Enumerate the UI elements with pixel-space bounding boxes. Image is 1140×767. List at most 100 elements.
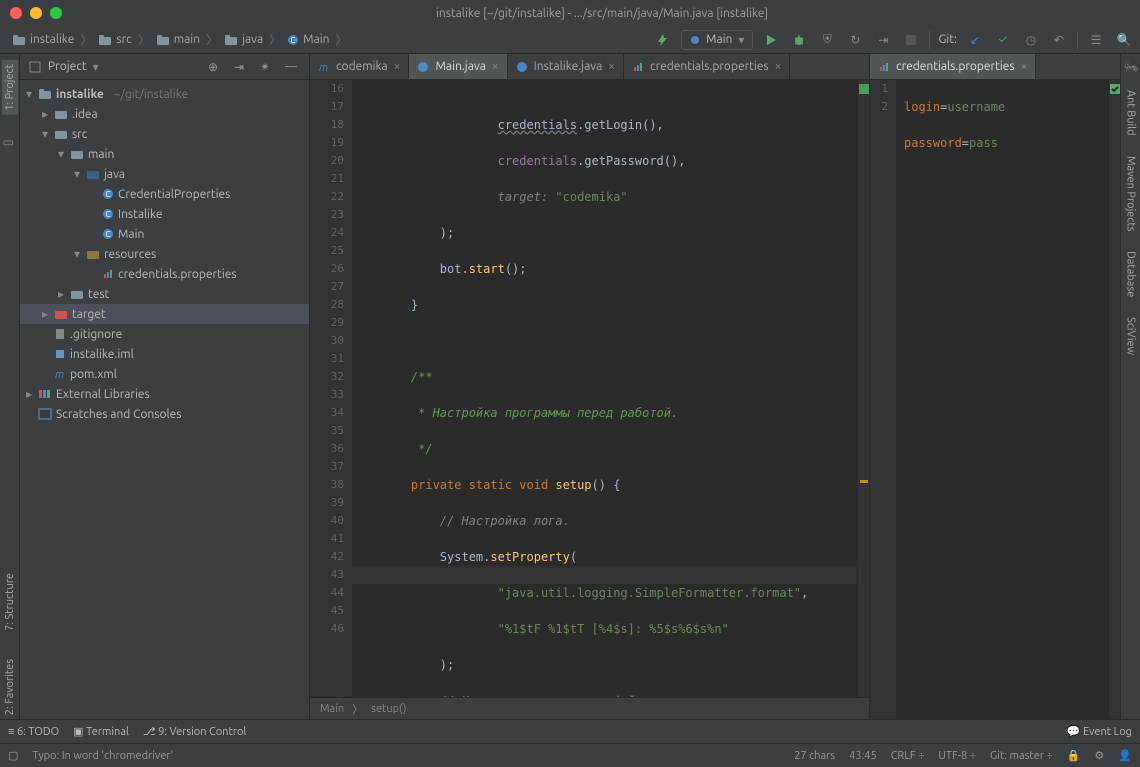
lock-icon[interactable]: 🔒 (1067, 749, 1081, 762)
code-area[interactable]: credentials.getLogin(), credentials.getP… (352, 80, 857, 697)
hide-button[interactable]: — (281, 57, 301, 77)
git-history-button[interactable]: ◷ (1021, 30, 1041, 50)
status-git-branch[interactable]: Git: master ÷ (990, 750, 1053, 762)
tree-idea[interactable]: ▸.idea (20, 104, 309, 124)
run-button[interactable] (761, 30, 781, 50)
editor-split-right: credentials.properties× 12 login=usernam… (870, 54, 1120, 719)
close-icon[interactable]: × (492, 60, 499, 73)
status-bar: ▢ Typo: In word 'chromedriver' 27 chars … (0, 743, 1140, 767)
breadcrumb-main[interactable]: main (150, 33, 206, 47)
svg-text:C: C (291, 36, 296, 45)
tree-pom[interactable]: mpom.xml (20, 364, 309, 384)
warning-marker[interactable] (860, 480, 868, 483)
gear-icon[interactable]: ✴ (255, 57, 275, 77)
git-update-button[interactable]: ↙ (965, 30, 985, 50)
project-tree[interactable]: ▾instalike~/git/instalike ▸.idea ▾src ▾m… (20, 80, 309, 719)
memory-indicator[interactable]: ⚙ (1094, 749, 1104, 762)
close-window-icon[interactable] (10, 7, 22, 19)
chevron-down-icon[interactable]: ▾ (93, 60, 99, 74)
tool-todo[interactable]: ≡ 6: TODO (8, 726, 59, 738)
breadcrumb-src[interactable]: src (92, 33, 137, 47)
breadcrumb-java[interactable]: java (218, 33, 269, 47)
build-button[interactable] (653, 30, 673, 50)
locate-button[interactable]: ⊕ (203, 57, 223, 77)
status-position[interactable]: 43:45 (849, 750, 877, 762)
git-revert-button[interactable]: ↶ (1049, 30, 1069, 50)
run-config-selector[interactable]: Main ▾ (681, 30, 753, 50)
zoom-window-icon[interactable] (50, 7, 62, 19)
tool-project[interactable]: 1: Project (2, 60, 18, 115)
collapse-button[interactable]: ⇥ (229, 57, 249, 77)
stop-button[interactable] (901, 30, 921, 50)
tree-res[interactable]: ▾resources (20, 244, 309, 264)
search-everywhere-button[interactable]: 🔍 (1114, 30, 1134, 50)
tree-root[interactable]: ▾instalike~/git/instalike (20, 84, 309, 104)
close-icon[interactable]: × (394, 60, 401, 73)
gutter-right[interactable]: 12 (870, 80, 896, 719)
profiler-button[interactable]: ↻ (845, 30, 865, 50)
status-encoding[interactable]: UTF-8 ÷ (938, 750, 976, 762)
tool-event-log[interactable]: 💬 Event Log (1067, 725, 1132, 738)
tool-ant[interactable]: Ant Build (1123, 86, 1139, 140)
tab-properties[interactable]: credentials.properties× (624, 54, 790, 79)
tree-scr[interactable]: Scratches and Consoles (20, 404, 309, 424)
tree-gi[interactable]: .gitignore (20, 324, 309, 344)
svg-text:m: m (55, 369, 64, 380)
tree-test[interactable]: ▸test (20, 284, 309, 304)
status-line-ending[interactable]: CRLF ÷ (891, 750, 925, 762)
tree-mainc[interactable]: CMain (20, 224, 309, 244)
inspection-ok-icon[interactable] (1110, 84, 1120, 94)
tool-database[interactable]: Database (1123, 247, 1139, 301)
tab-instalike[interactable]: Instalike.java× (508, 54, 624, 79)
ide-settings-button[interactable]: ☰ (1086, 30, 1106, 50)
marker-bar[interactable] (857, 80, 869, 697)
tree-iml[interactable]: instalike.iml (20, 344, 309, 364)
tab-main[interactable]: Main.java× (409, 54, 507, 79)
bookmarks-icon[interactable]: ▭ (3, 135, 17, 149)
tabbar-left: mcodemika× Main.java× Instalike.java× cr… (310, 54, 869, 80)
close-icon[interactable]: × (775, 60, 782, 73)
crumb-class[interactable]: Main (320, 703, 344, 715)
tool-structure[interactable]: 7: Structure (2, 569, 18, 635)
titlebar: instalike [~/git/instalike] - .../src/ma… (0, 0, 1140, 26)
tree-java[interactable]: ▾java (20, 164, 309, 184)
chevron-right-icon: 〉 (80, 31, 92, 48)
git-label: Git: (938, 33, 957, 46)
close-icon[interactable]: × (1021, 60, 1028, 73)
tree-cp[interactable]: CCredentialProperties (20, 184, 309, 204)
tool-windows-button[interactable]: ▢ (8, 749, 18, 762)
tree-target[interactable]: ▸target (20, 304, 309, 324)
project-panel-header: Project ▾ ⊕ ⇥ ✴ — (20, 54, 309, 80)
tool-favorites[interactable]: 2: Favorites (2, 655, 18, 719)
tree-main[interactable]: ▾main (20, 144, 309, 164)
tool-maven[interactable]: Maven Projects (1123, 152, 1139, 236)
debug-button[interactable] (789, 30, 809, 50)
tool-sciview[interactable]: SciView (1123, 313, 1139, 359)
tab-codemika[interactable]: mcodemika× (310, 54, 409, 79)
crumb-method[interactable]: setup() (371, 703, 406, 715)
tree-ext[interactable]: ▸External Libraries (20, 384, 309, 404)
code-editor-right[interactable]: 12 login=username password=pass (870, 80, 1120, 719)
breadcrumb-class[interactable]: CMain (281, 33, 335, 46)
tree-ins[interactable]: CInstalike (20, 204, 309, 224)
inspection-ok-icon[interactable] (859, 84, 869, 94)
code-area-right[interactable]: login=username password=pass (896, 80, 1108, 719)
coverage-button[interactable]: ⛨ (817, 30, 837, 50)
marker-bar-right[interactable] (1108, 80, 1120, 719)
gutter[interactable]: 1617181920212223242526272829303132333435… (310, 80, 352, 697)
tree-cred[interactable]: credentials.properties (20, 264, 309, 284)
close-icon[interactable]: × (608, 60, 615, 73)
tool-version-control[interactable]: ⎇ 9: Version Control (143, 725, 246, 738)
minimize-window-icon[interactable] (30, 7, 42, 19)
hector-icon[interactable]: 👤 (1118, 749, 1132, 762)
git-commit-button[interactable]: ✓ (993, 30, 1013, 50)
attach-button[interactable]: ⇥ (873, 30, 893, 50)
svg-text:C: C (106, 210, 111, 219)
breadcrumb-root[interactable]: instalike (6, 33, 80, 47)
editor-breadcrumbs: Main 〉 setup() (310, 697, 869, 719)
tab-properties-right[interactable]: credentials.properties× (870, 54, 1036, 79)
tree-src[interactable]: ▾src (20, 124, 309, 144)
ant-icon[interactable]: 🐜 (1124, 60, 1138, 74)
tool-terminal[interactable]: ▣ Terminal (73, 725, 129, 738)
code-editor[interactable]: 1617181920212223242526272829303132333435… (310, 80, 869, 697)
